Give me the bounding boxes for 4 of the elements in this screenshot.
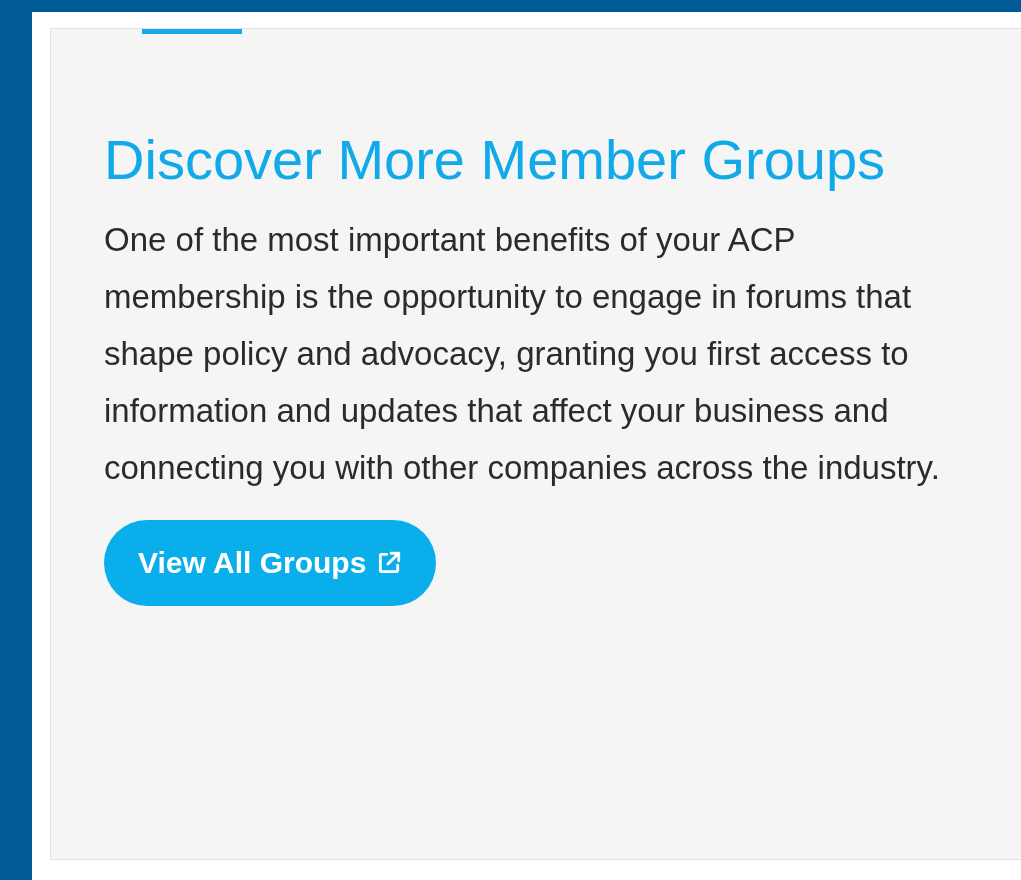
external-link-icon — [376, 550, 403, 576]
card-title: Discover More Member Groups — [104, 127, 887, 193]
card-description: One of the most important benefits of your ACP membership is the opportunity to engage in forums that shape policy and advocacy, granting you first access to information and updates that affect your business and connecting you with other companies across the industry. — [104, 220, 941, 488]
view-all-groups-button[interactable]: View All Groups — [104, 520, 437, 606]
